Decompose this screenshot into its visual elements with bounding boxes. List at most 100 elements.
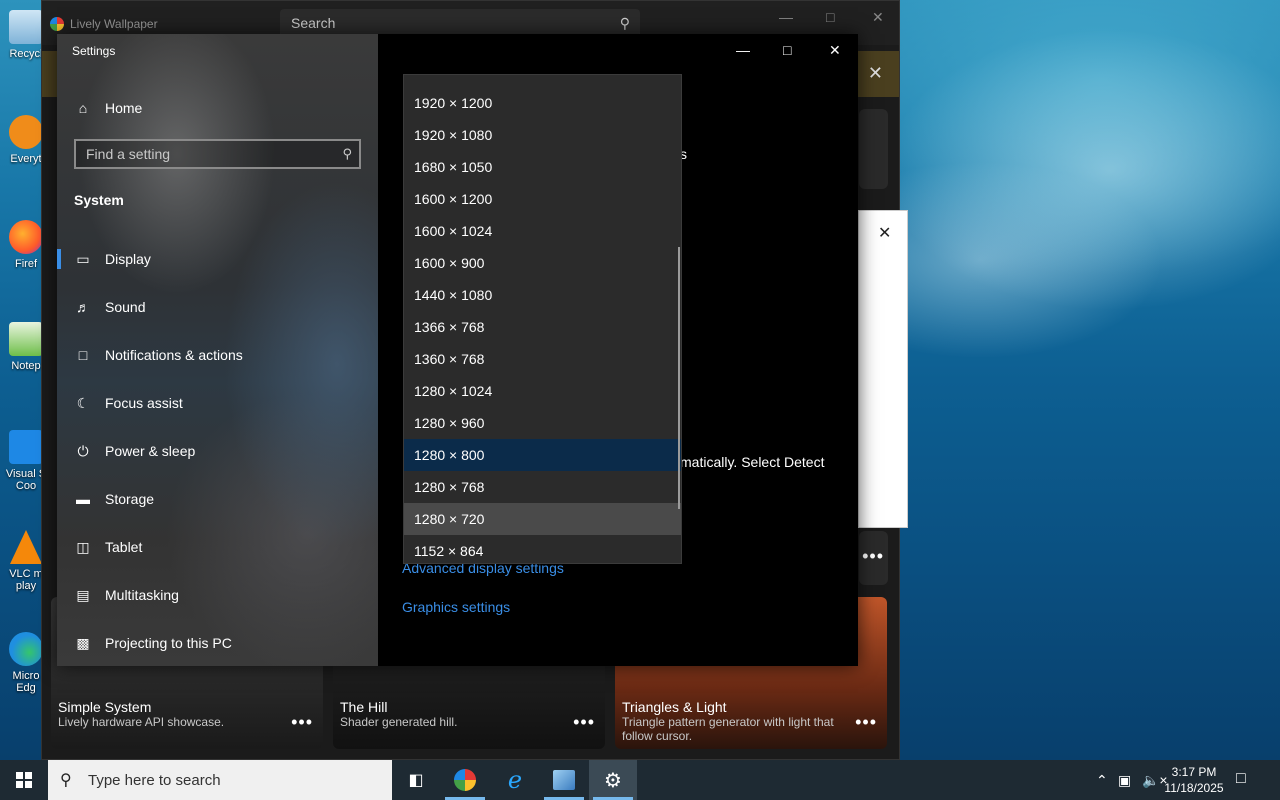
lively-app-icon (454, 769, 476, 791)
banner-close-icon[interactable]: ✕ (868, 63, 883, 84)
tile-description: Shader generated hill. (340, 715, 458, 729)
resolution-option[interactable]: 1280 × 768 (404, 471, 681, 503)
taskbar: ⚲ Type here to search ◧ e ⚙ ⌃ ▣ 🔈× 3:17 … (0, 760, 1280, 800)
close-icon[interactable]: ✕ (872, 9, 884, 26)
find-setting-placeholder: Find a setting (86, 146, 171, 162)
gear-icon: ⚙ (604, 769, 622, 792)
search-icon: ⚲ (342, 146, 352, 161)
close-icon[interactable]: ✕ (878, 223, 891, 243)
tile-title: Simple System (58, 699, 152, 715)
power-icon: ⏻ (77, 442, 89, 459)
monitor-icon: ▭ (76, 250, 90, 267)
lively-search-placeholder: Search (291, 15, 336, 31)
home-icon: ⌂ (78, 100, 88, 116)
resolution-option[interactable]: 1152 × 864 (404, 535, 681, 563)
resolution-option[interactable]: 1280 × 1024 (404, 375, 681, 407)
nav-home[interactable]: ⌂ Home (73, 98, 143, 118)
taskbar-search-box[interactable]: ⚲ Type here to search (48, 760, 392, 800)
moon-icon: ☾ (76, 394, 90, 411)
more-options-icon[interactable]: ••• (862, 546, 884, 567)
maximize-icon[interactable]: □ (826, 9, 834, 25)
nav-item-power-sleep[interactable]: ⏻ Power & sleep (57, 429, 378, 473)
graphics-settings-link[interactable]: Graphics settings (402, 599, 510, 615)
resolution-option-hovered[interactable]: 1280 × 720 (404, 503, 681, 535)
nav-item-projecting[interactable]: ▩ Projecting to this PC (57, 621, 378, 665)
taskbar-search-placeholder: Type here to search (88, 772, 221, 789)
notification-center-icon[interactable]: □ (1236, 770, 1246, 788)
settings-window-title: Settings (72, 44, 116, 58)
find-setting-input[interactable]: Find a setting ⚲ (74, 139, 361, 169)
resolution-option[interactable]: 1440 × 1080 (404, 279, 681, 311)
nav-item-sound[interactable]: ♬ Sound (57, 285, 378, 329)
content-text-fragment: matically. Select Detect (680, 454, 825, 470)
taskbar-clock[interactable]: 3:17 PM 11/18/2025 (1158, 764, 1230, 796)
resolution-option[interactable]: 1366 × 768 (404, 311, 681, 343)
more-options-icon[interactable]: ••• (855, 712, 877, 733)
vlc-icon (10, 530, 42, 564)
background-dialog: ✕ (858, 210, 908, 528)
notification-icon: □ (78, 347, 88, 363)
resolution-option[interactable]: 1280 × 960 (404, 407, 681, 439)
start-button[interactable] (0, 760, 48, 800)
taskbar-settings-app[interactable]: ⚙ (589, 760, 637, 800)
taskbar-ie-app[interactable]: e (491, 760, 539, 800)
nav-item-focus-assist[interactable]: ☾ Focus assist (57, 381, 378, 425)
wallpaper-tile-partial[interactable]: ••• (859, 531, 888, 585)
resolution-option[interactable]: 1680 × 1050 (404, 151, 681, 183)
tablet-icon: ◫ (76, 538, 90, 555)
maximize-icon[interactable]: □ (783, 42, 791, 58)
resolution-option[interactable]: 1600 × 900 (404, 247, 681, 279)
resolution-option[interactable]: 1600 × 1024 (404, 215, 681, 247)
vscode-icon (9, 430, 43, 464)
resolution-option[interactable]: 1920 × 1080 (404, 119, 681, 151)
internet-explorer-icon: e (507, 766, 523, 794)
nav-item-storage[interactable]: ▬ Storage (57, 477, 378, 521)
windows-logo-icon (16, 772, 32, 788)
task-view-icon: ◧ (408, 772, 424, 789)
show-hidden-icons-chevron-icon[interactable]: ⌃ (1096, 772, 1108, 789)
nav-item-tablet[interactable]: ◫ Tablet (57, 525, 378, 569)
nav-item-multitasking[interactable]: ▤ Multitasking (57, 573, 378, 617)
dropdown-scrollbar[interactable] (678, 247, 680, 509)
multitasking-icon: ▤ (76, 586, 90, 603)
network-icon[interactable]: ▣ (1118, 772, 1131, 789)
close-icon[interactable]: ✕ (829, 42, 841, 59)
nav-item-display[interactable]: ▭ Display (57, 237, 378, 281)
resolution-option[interactable]: 1600 × 1200 (404, 183, 681, 215)
taskbar-lively-app[interactable] (441, 760, 489, 800)
resolution-option-selected[interactable]: 1280 × 800 (404, 439, 681, 471)
more-options-icon[interactable]: ••• (291, 712, 313, 733)
tile-title: The Hill (340, 699, 388, 715)
tile-description: Lively hardware API showcase. (58, 715, 225, 729)
lively-logo-icon (50, 17, 64, 31)
clock-time: 3:17 PM (1171, 765, 1217, 779)
notepad-icon (9, 322, 43, 356)
nav-item-notifications[interactable]: □ Notifications & actions (57, 333, 378, 377)
resolution-dropdown-list[interactable]: 1920 × 1200 1920 × 1080 1680 × 1050 1600… (403, 74, 682, 564)
projector-icon: ▩ (76, 634, 90, 651)
minimize-icon[interactable]: — (736, 42, 750, 58)
search-icon: ⚲ (60, 772, 72, 789)
storage-icon: ▬ (76, 491, 90, 507)
wallpaper-tile-partial[interactable] (859, 109, 888, 189)
lively-window-title: Lively Wallpaper (70, 17, 158, 31)
recycle-bin-icon (9, 10, 43, 44)
minimize-icon[interactable]: — (779, 9, 793, 25)
everything-app-icon (9, 115, 43, 149)
more-options-icon[interactable]: ••• (573, 712, 595, 733)
nav-section-title: System (74, 192, 124, 208)
lively-search-box[interactable]: Search ⚲ (280, 9, 640, 37)
search-icon[interactable]: ⚲ (620, 15, 630, 32)
firefox-icon (9, 220, 43, 254)
resolution-option[interactable]: 1360 × 768 (404, 343, 681, 375)
speaker-icon: ♬ (76, 299, 90, 315)
clock-date: 11/18/2025 (1164, 781, 1224, 795)
task-view-button[interactable]: ◧ (392, 760, 440, 800)
taskbar-control-panel-app[interactable] (540, 760, 588, 800)
resolution-option[interactable]: 1920 × 1200 (404, 87, 681, 119)
tile-title: Triangles & Light (622, 699, 727, 715)
settings-sidebar: Settings ⌂ Home Find a setting ⚲ System … (57, 34, 378, 666)
edge-icon (9, 632, 43, 666)
tile-description: Triangle pattern generator with light th… (622, 715, 834, 743)
control-panel-icon (553, 770, 575, 790)
